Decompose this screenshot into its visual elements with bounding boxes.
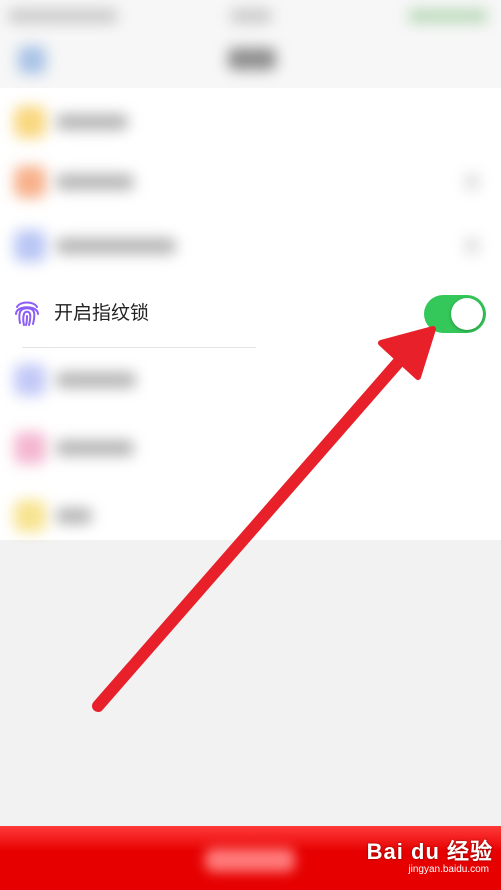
- row-icon: [14, 166, 46, 198]
- row-icon: [14, 106, 46, 138]
- fingerprint-lock-label: 开启指纹锁: [54, 302, 150, 324]
- nav-bar: [0, 36, 501, 88]
- watermark: Bai du 经验 jingyan.baidu.com: [367, 834, 493, 886]
- status-carrier: [8, 9, 118, 23]
- list-item[interactable]: [0, 88, 501, 154]
- page-title: [228, 48, 276, 70]
- row-label: [56, 174, 134, 190]
- row-icon: [14, 230, 46, 262]
- list-item[interactable]: [0, 148, 501, 214]
- status-time: [230, 9, 272, 23]
- back-button[interactable]: [18, 46, 46, 74]
- row-label: [56, 238, 176, 254]
- list-item[interactable]: [0, 212, 501, 278]
- fingerprint-lock-toggle[interactable]: [424, 295, 486, 333]
- watermark-url: jingyan.baidu.com: [408, 864, 489, 875]
- row-icon: [14, 500, 46, 532]
- watermark-logo: Bai du 经验: [366, 839, 493, 864]
- row-label: [56, 440, 134, 456]
- row-label: [56, 508, 92, 524]
- list-item[interactable]: [0, 482, 501, 548]
- bottom-button[interactable]: [205, 848, 295, 872]
- row-label: [56, 372, 136, 388]
- row-icon: [14, 364, 46, 396]
- list-item[interactable]: [0, 346, 501, 412]
- fingerprint-icon: [15, 301, 39, 326]
- divider: [22, 347, 256, 348]
- list-item[interactable]: [0, 414, 501, 480]
- chevron-right-icon: [465, 174, 479, 190]
- status-bar: [0, 0, 501, 36]
- row-icon: [14, 432, 46, 464]
- chevron-right-icon: [465, 238, 479, 254]
- status-battery: [408, 9, 488, 23]
- toggle-knob: [451, 298, 483, 330]
- row-label: [56, 114, 128, 130]
- bottom-bar: Bai du 经验 jingyan.baidu.com: [0, 826, 501, 890]
